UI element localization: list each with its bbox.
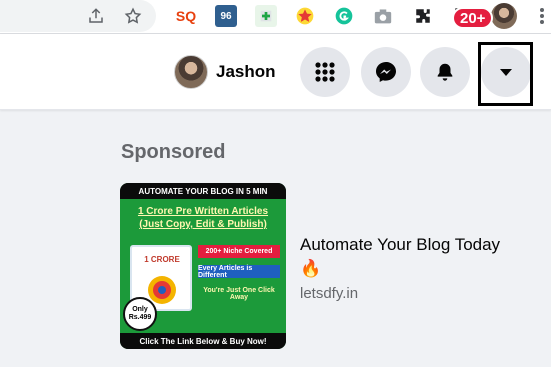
ad-image-tag-click: You're Just One Click Away [203, 287, 275, 301]
menu-grid-button[interactable] [300, 47, 350, 97]
extensions-puzzle-icon[interactable] [412, 5, 434, 27]
bell-icon [437, 63, 453, 81]
sponsored-ad[interactable]: AUTOMATE YOUR BLOG IN 5 MIN 1 Crore Pre … [120, 183, 540, 349]
fire-emoji-icon: 🔥 [300, 259, 322, 278]
messenger-button[interactable] [361, 47, 411, 97]
grid-menu-icon [315, 62, 335, 82]
ad-image-price-badge: Only Rs.499 [123, 297, 157, 331]
extension-green-plus-icon[interactable] [255, 5, 277, 27]
avatar [174, 55, 208, 89]
chrome-menu-icon[interactable] [530, 4, 551, 28]
chrome-profile-avatar[interactable] [491, 3, 517, 29]
ad-image-price-line1: Only [132, 306, 148, 313]
bookmark-star-icon[interactable] [121, 4, 145, 28]
camera-icon[interactable] [372, 5, 394, 27]
extension-sq-icon[interactable]: SQ [175, 5, 197, 27]
notifications-button[interactable] [420, 47, 470, 97]
profile-name: Jashon [216, 62, 276, 81]
ad-image-tag-niche: 200+ Niche Covered [198, 245, 280, 258]
ad-title-text: Automate Your Blog Today [300, 235, 501, 254]
ad-image-price-line2: Rs.499 [128, 314, 152, 321]
ad-domain[interactable]: letsdfy.in [300, 285, 358, 302]
grammarly-icon[interactable] [333, 5, 355, 27]
extension-96-icon[interactable]: 96 [215, 5, 237, 27]
ad-image-headline-line2: (Just Copy, Edit & Publish) [139, 219, 267, 230]
sponsored-heading: Sponsored [121, 141, 226, 163]
profile-shortcut[interactable]: Jashon [170, 51, 288, 93]
ad-image-headline-line1: 1 Crore Pre Written Articles [137, 206, 269, 217]
ad-image-product-title: 1 CRORE [144, 255, 180, 264]
ad-image-top-banner: AUTOMATE YOUR BLOG IN 5 MIN [120, 183, 286, 199]
ad-image-headline: 1 Crore Pre Written Articles (Just Copy,… [126, 205, 280, 231]
ad-image-tag-different: Every Articles is Different [198, 265, 280, 279]
notification-count-badge: 20+ [452, 7, 494, 29]
ad-image-bottom-banner: Click The Link Below & Buy Now! [120, 333, 286, 349]
ad-image[interactable]: AUTOMATE YOUR BLOG IN 5 MIN 1 Crore Pre … [120, 183, 286, 349]
facebook-header: Jashon [0, 34, 551, 110]
highlight-annotation-box [478, 42, 533, 106]
messenger-icon [376, 62, 396, 82]
extension-red-star-icon[interactable] [294, 5, 316, 27]
ad-title[interactable]: Automate Your Blog Today 🔥 [300, 233, 540, 281]
share-icon[interactable] [84, 4, 108, 28]
